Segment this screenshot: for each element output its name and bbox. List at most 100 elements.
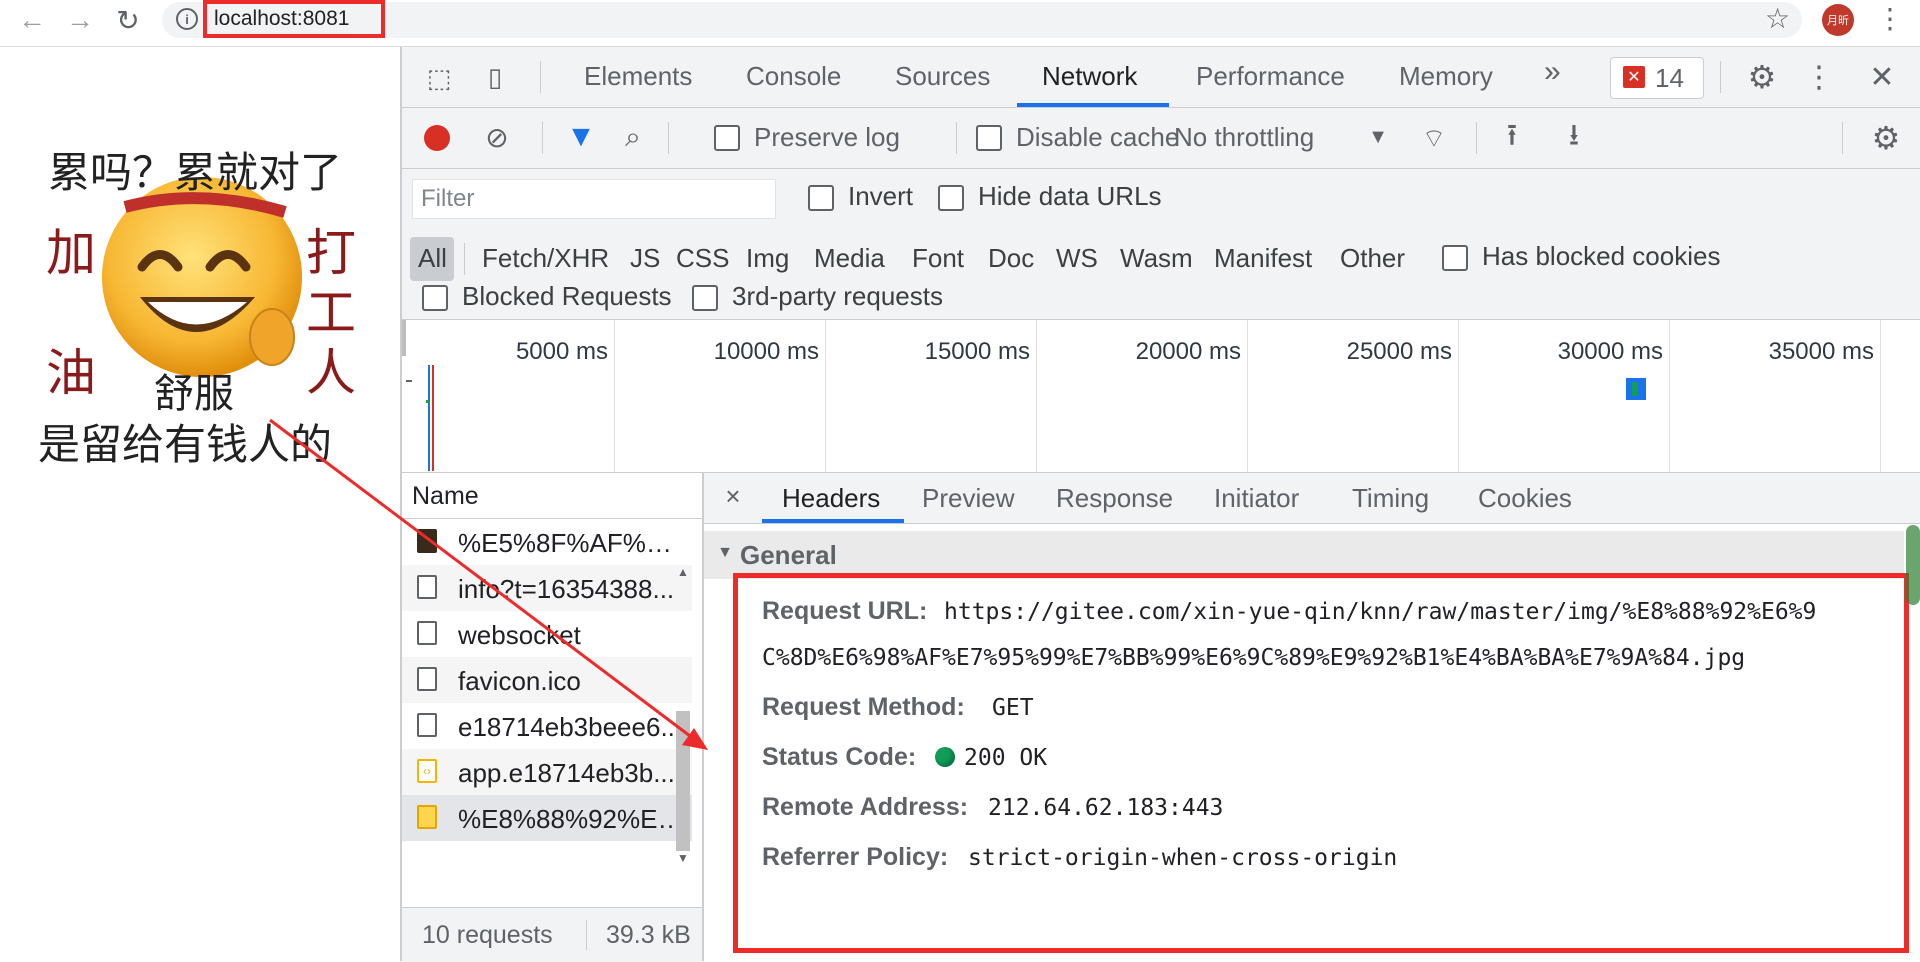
site-info-icon[interactable]: i bbox=[176, 8, 198, 30]
preserve-log-checkbox[interactable] bbox=[714, 125, 740, 151]
type-filter-font[interactable]: Font bbox=[912, 243, 964, 274]
forward-icon[interactable]: → bbox=[62, 0, 98, 40]
timeline-tick: 35000 ms bbox=[1768, 338, 1874, 365]
reload-icon[interactable]: ↻ bbox=[110, 0, 146, 40]
image-thumbnail-icon bbox=[417, 529, 437, 553]
meme-left-text-2: 油 bbox=[46, 344, 96, 402]
request-row[interactable]: ‹› app.e18714eb3b... bbox=[402, 749, 692, 795]
record-icon[interactable] bbox=[424, 125, 450, 151]
third-party-checkbox[interactable] bbox=[692, 285, 718, 311]
dom-content-loaded-line bbox=[428, 365, 430, 471]
invert-checkbox[interactable] bbox=[808, 185, 834, 211]
type-filter-img[interactable]: Img bbox=[746, 243, 789, 274]
error-icon: ✕ bbox=[1623, 66, 1645, 88]
tab-response[interactable]: Response bbox=[1056, 483, 1173, 514]
devtools-panel: ⬚ ▯ Elements Console Sources Network Per… bbox=[400, 47, 1920, 962]
details-scrollbar[interactable] bbox=[1906, 525, 1920, 605]
request-row[interactable]: %E5%8F%AF%E7... bbox=[402, 519, 692, 565]
tab-memory[interactable]: Memory bbox=[1399, 61, 1493, 92]
back-icon[interactable]: ← bbox=[14, 0, 50, 40]
active-detail-tab-indicator bbox=[762, 519, 904, 523]
blocked-requests-label: Blocked Requests bbox=[462, 281, 672, 311]
close-devtools-icon[interactable]: ✕ bbox=[1862, 57, 1902, 97]
type-filter-fetch[interactable]: Fetch/XHR bbox=[482, 243, 609, 274]
request-details: × Headers Preview Response Initiator Tim… bbox=[704, 473, 1920, 961]
tab-timing[interactable]: Timing bbox=[1352, 483, 1429, 514]
document-icon bbox=[417, 575, 437, 599]
settings-gear-icon[interactable]: ⚙ bbox=[1742, 57, 1782, 97]
request-name: favicon.ico bbox=[458, 666, 581, 696]
request-row[interactable]: info?t=16354388... bbox=[402, 565, 692, 611]
type-filter-other[interactable]: Other bbox=[1340, 243, 1405, 274]
image-thumbnail-icon bbox=[417, 805, 437, 829]
address-bar[interactable] bbox=[162, 2, 1802, 38]
tab-headers[interactable]: Headers bbox=[782, 483, 880, 514]
meme-left-text-1: 加 bbox=[46, 224, 96, 282]
type-filter-wasm[interactable]: Wasm bbox=[1120, 243, 1193, 274]
general-section-header[interactable]: ▼ General bbox=[704, 531, 1904, 579]
type-filter-js[interactable]: JS bbox=[630, 243, 660, 274]
document-icon bbox=[417, 621, 437, 645]
filter-bar: Filter Invert Hide data URLs All Fetch/X… bbox=[402, 169, 1920, 320]
error-counter-button[interactable]: ✕ 14 bbox=[1610, 57, 1704, 99]
filter-input[interactable]: Filter bbox=[412, 179, 776, 219]
network-conditions-icon[interactable]: ⌔ bbox=[1414, 118, 1454, 158]
active-tab-indicator bbox=[1017, 103, 1169, 107]
more-tabs-icon[interactable]: » bbox=[1544, 55, 1561, 89]
document-icon bbox=[417, 713, 437, 737]
scrollbar-thumb[interactable] bbox=[676, 711, 690, 851]
search-icon[interactable]: ⌕ bbox=[616, 120, 650, 154]
inspect-element-icon[interactable]: ⬚ bbox=[422, 61, 456, 95]
tab-performance[interactable]: Performance bbox=[1196, 61, 1345, 92]
request-name: websocket bbox=[458, 620, 581, 650]
throttling-select[interactable]: No throttling bbox=[1174, 122, 1314, 153]
device-toolbar-icon[interactable]: ▯ bbox=[478, 59, 512, 95]
filter-icon[interactable]: ▼ bbox=[564, 120, 598, 154]
has-blocked-cookies-checkbox[interactable] bbox=[1442, 245, 1468, 271]
chevron-down-icon[interactable]: ▼ bbox=[1366, 122, 1390, 152]
import-har-icon[interactable]: ⭱ bbox=[1492, 118, 1532, 158]
clear-icon[interactable]: ⊘ bbox=[482, 122, 512, 153]
avatar[interactable]: 月昕 bbox=[1822, 4, 1854, 36]
disable-cache-checkbox[interactable] bbox=[976, 125, 1002, 151]
disable-cache-label: Disable cache bbox=[1016, 122, 1180, 152]
request-name: %E8%88%92%E6... bbox=[458, 804, 688, 834]
network-settings-icon[interactable]: ⚙ bbox=[1866, 118, 1906, 158]
tab-initiator[interactable]: Initiator bbox=[1214, 483, 1299, 514]
name-column-header[interactable]: Name bbox=[402, 473, 702, 519]
type-filter-doc[interactable]: Doc bbox=[988, 243, 1034, 274]
invert-label: Invert bbox=[848, 181, 914, 211]
close-details-icon[interactable]: × bbox=[718, 481, 748, 511]
browser-menu-icon[interactable]: ⋮ bbox=[1876, 2, 1904, 35]
hide-data-urls-checkbox[interactable] bbox=[938, 185, 964, 211]
tab-sources[interactable]: Sources bbox=[895, 61, 990, 92]
tab-cookies[interactable]: Cookies bbox=[1478, 483, 1572, 514]
scroll-down-icon[interactable]: ▼ bbox=[674, 851, 692, 865]
blocked-requests-checkbox[interactable] bbox=[422, 285, 448, 311]
request-list-scrollbar[interactable]: ▲ ▼ bbox=[674, 565, 692, 865]
tab-console[interactable]: Console bbox=[746, 61, 841, 92]
type-filter-ws[interactable]: WS bbox=[1056, 243, 1098, 274]
request-row[interactable]: websocket bbox=[402, 611, 692, 657]
customize-menu-icon[interactable]: ⋮ bbox=[1804, 57, 1834, 97]
type-filter-media[interactable]: Media bbox=[814, 243, 885, 274]
tab-elements[interactable]: Elements bbox=[584, 61, 692, 92]
hide-data-urls-label: Hide data URLs bbox=[978, 181, 1162, 211]
request-name: info?t=16354388... bbox=[458, 574, 675, 604]
export-har-icon[interactable]: ⭳ bbox=[1554, 118, 1594, 158]
scroll-up-icon[interactable]: ▲ bbox=[674, 565, 692, 579]
bookmark-star-icon[interactable]: ☆ bbox=[1765, 2, 1790, 35]
request-name: e18714eb3beee6... bbox=[458, 712, 683, 742]
meme-bottom-text: 是留给有钱人的 bbox=[38, 420, 333, 469]
type-filter-all[interactable]: All bbox=[418, 243, 447, 274]
tab-preview[interactable]: Preview bbox=[922, 483, 1014, 514]
request-row-selected[interactable]: %E8%88%92%E6... bbox=[402, 795, 692, 841]
network-overview-timeline[interactable]: 5000 ms 10000 ms 15000 ms 20000 ms 25000… bbox=[402, 320, 1920, 473]
request-row[interactable]: favicon.ico bbox=[402, 657, 692, 703]
tab-network[interactable]: Network bbox=[1042, 61, 1137, 92]
general-highlight-box bbox=[733, 573, 1909, 953]
request-count: 10 requests bbox=[422, 921, 553, 949]
type-filter-manifest[interactable]: Manifest bbox=[1214, 243, 1312, 274]
request-row[interactable]: e18714eb3beee6... bbox=[402, 703, 692, 749]
type-filter-css[interactable]: CSS bbox=[676, 243, 729, 274]
